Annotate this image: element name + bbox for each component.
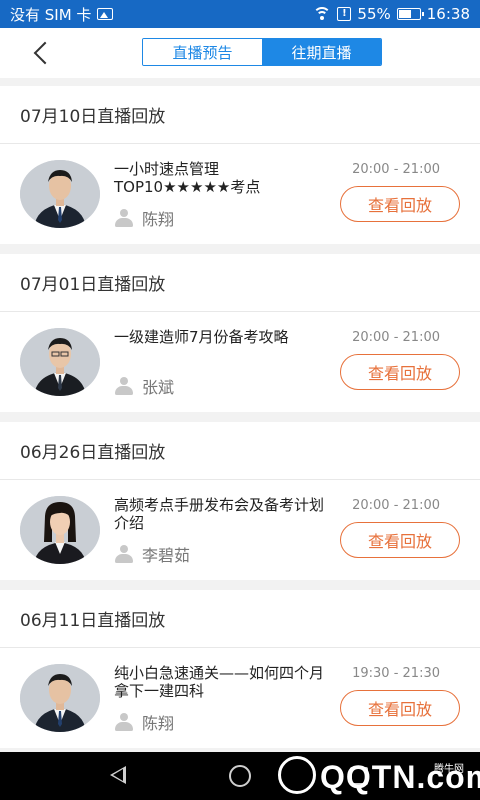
live-tabs: 直播预告 往期直播 xyxy=(142,38,382,66)
list-item[interactable]: 高频考点手册发布会及备考计划介绍 李碧茹 20:00 - 21:00 查看回放 xyxy=(0,480,480,580)
view-replay-button[interactable]: 查看回放 xyxy=(340,690,460,726)
view-replay-button[interactable]: 查看回放 xyxy=(340,354,460,390)
replay-section: 06月26日直播回放 高频考点手册发布会及备考计划介绍 李碧茹 20:00 - … xyxy=(0,422,480,580)
nav-home-icon[interactable] xyxy=(229,765,251,787)
replay-section: 07月01日直播回放 一级建造师7月份备考攻略 张斌 20:00 - 21:00… xyxy=(0,254,480,412)
person-icon xyxy=(114,545,134,563)
list-item[interactable]: 一小时速点管理TOP10★★★★★考点 陈翔 20:00 - 21:00 查看回… xyxy=(0,144,480,244)
clock: 16:38 xyxy=(426,5,470,23)
replay-title: 纯小白急速通关——如何四个月拿下一建四科 xyxy=(114,664,325,700)
replay-time: 20:00 - 21:00 xyxy=(352,330,440,345)
alert-icon: ! xyxy=(337,7,352,21)
person-icon xyxy=(114,713,134,731)
speaker-name: 陈翔 xyxy=(142,210,175,229)
nav-back-icon[interactable] xyxy=(110,766,126,784)
watermark-subtext: 腾牛网 xyxy=(434,764,464,775)
section-date: 06月11日直播回放 xyxy=(0,590,480,648)
tab-live-preview[interactable]: 直播预告 xyxy=(143,39,262,65)
watermark-logo-icon xyxy=(278,756,316,794)
replay-section: 06月11日直播回放 纯小白急速通关——如何四个月拿下一建四科 陈翔 19:30… xyxy=(0,590,480,748)
section-date: 06月26日直播回放 xyxy=(0,422,480,480)
image-notification-icon xyxy=(97,8,114,20)
list-item[interactable]: 纯小白急速通关——如何四个月拿下一建四科 陈翔 19:30 - 21:30 查看… xyxy=(0,648,480,748)
replay-list: 07月10日直播回放 一小时速点管理TOP10★★★★★考点 陈翔 20:00 … xyxy=(0,86,480,758)
watermark: QQTN.com 腾牛网 xyxy=(272,752,480,800)
carrier-text: 没有 SIM 卡 xyxy=(10,5,92,24)
battery-percent: 55% xyxy=(357,5,391,23)
status-bar: 没有 SIM 卡 ! 55% 16:38 xyxy=(0,0,480,28)
speaker-row: 张斌 xyxy=(114,374,174,398)
replay-title: 一小时速点管理TOP10★★★★★考点 xyxy=(114,160,261,196)
replay-title: 一级建造师7月份备考攻略 xyxy=(114,328,289,346)
view-replay-button[interactable]: 查看回放 xyxy=(340,522,460,558)
replay-time: 19:30 - 21:30 xyxy=(352,666,440,681)
speaker-name: 陈翔 xyxy=(142,714,175,733)
speaker-name: 张斌 xyxy=(142,378,175,397)
section-date: 07月01日直播回放 xyxy=(0,254,480,312)
person-icon xyxy=(114,209,134,227)
list-item[interactable]: 一级建造师7月份备考攻略 张斌 20:00 - 21:00 查看回放 xyxy=(0,312,480,412)
speaker-avatar xyxy=(20,664,100,732)
battery-icon xyxy=(396,8,424,20)
replay-title: 高频考点手册发布会及备考计划介绍 xyxy=(114,496,325,532)
replay-time: 20:00 - 21:00 xyxy=(352,498,440,513)
person-icon xyxy=(114,377,134,395)
speaker-row: 李碧茹 xyxy=(114,542,190,566)
back-button[interactable] xyxy=(30,41,54,65)
tab-past-live[interactable]: 往期直播 xyxy=(262,39,381,65)
speaker-avatar xyxy=(20,160,100,228)
speaker-row: 陈翔 xyxy=(114,206,174,230)
header: 直播预告 往期直播 xyxy=(0,28,480,78)
view-replay-button[interactable]: 查看回放 xyxy=(340,186,460,222)
speaker-avatar xyxy=(20,328,100,396)
speaker-name: 李碧茹 xyxy=(142,546,191,565)
section-date: 07月10日直播回放 xyxy=(0,86,480,144)
replay-section: 07月10日直播回放 一小时速点管理TOP10★★★★★考点 陈翔 20:00 … xyxy=(0,86,480,244)
replay-time: 20:00 - 21:00 xyxy=(352,162,440,177)
wifi-icon xyxy=(313,7,332,21)
speaker-row: 陈翔 xyxy=(114,710,174,734)
speaker-avatar xyxy=(20,496,100,564)
